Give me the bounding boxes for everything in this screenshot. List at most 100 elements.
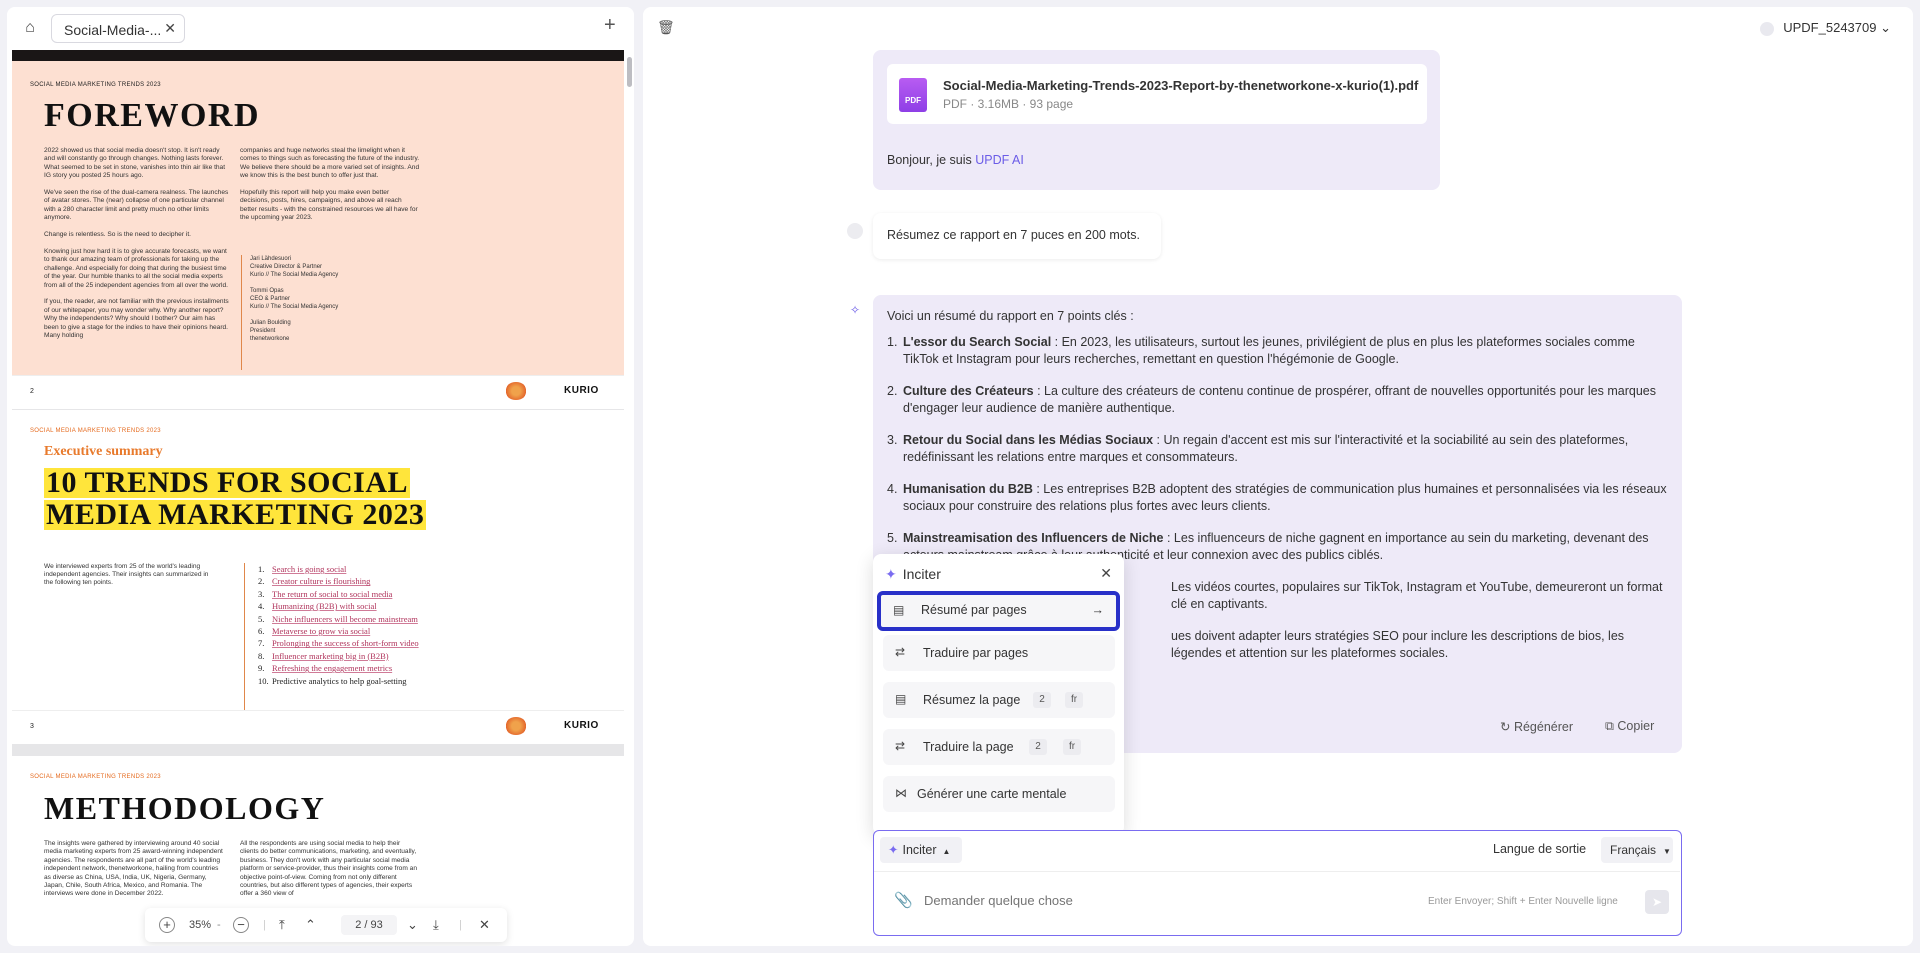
plus-icon[interactable]: + bbox=[604, 15, 616, 35]
trend-item[interactable]: 9. Refreshing the engagement metrics bbox=[258, 662, 419, 674]
user-avatar bbox=[847, 223, 863, 239]
photo-strip bbox=[12, 50, 624, 61]
file-name: Social-Media-Marketing-Trends-2023-Repor… bbox=[943, 78, 1419, 93]
kurio-logo: KURIO bbox=[564, 720, 599, 731]
send-icon[interactable]: ➤ bbox=[1645, 890, 1669, 914]
chevron-down-icon: ⌄ bbox=[1880, 20, 1891, 35]
pdf-file-icon: PDF bbox=[899, 78, 927, 112]
regenerate-button[interactable]: ↻ Régénérer bbox=[1500, 719, 1573, 734]
tab-bar: ⌂ Social-Media-... ✕ + bbox=[7, 7, 634, 49]
prompt-button[interactable]: ✦ Inciter ▲ bbox=[880, 837, 962, 863]
ai-chat-panel: 🗑 UPDF_5243709 ⌄ PDF Social-Media-Market… bbox=[643, 7, 1913, 946]
trend-item[interactable]: 1. Search is going social bbox=[258, 563, 419, 575]
methodology-column-2: All the respondents are using social med… bbox=[240, 840, 418, 898]
close-icon[interactable]: ✕ bbox=[1100, 565, 1112, 582]
section-kicker: Executive summary bbox=[44, 444, 163, 459]
chat-input[interactable] bbox=[924, 893, 1424, 908]
pdf-pages[interactable]: SOCIAL MEDIA MARKETING TRENDS 2023 FOREW… bbox=[12, 50, 624, 946]
avatar bbox=[1759, 21, 1774, 36]
page-footer: 2 KURIO bbox=[12, 375, 624, 409]
greeting: Bonjour, je suis UPDF AI bbox=[887, 153, 1024, 167]
page-footer: 3 KURIO bbox=[12, 710, 624, 744]
next-page-icon[interactable]: ⌄ bbox=[407, 917, 418, 933]
language-tag[interactable]: fr bbox=[1063, 739, 1081, 755]
page-title-line-1: 10 TRENDS FOR SOCIAL bbox=[44, 466, 411, 499]
trash-icon[interactable]: 🗑 bbox=[657, 19, 675, 36]
output-language-label: Langue de sortie bbox=[1493, 842, 1587, 856]
trend-item[interactable]: 2. Creator culture is flourishing bbox=[258, 575, 419, 587]
user-menu[interactable]: UPDF_5243709 ⌄ bbox=[1759, 20, 1891, 36]
foreword-column-2: companies and huge networks steal the li… bbox=[240, 147, 420, 222]
copy-button[interactable]: ⧉ Copier bbox=[1605, 719, 1654, 734]
trend-item[interactable]: 5. Niche influencers will become mainstre… bbox=[258, 613, 419, 625]
document-tab[interactable]: Social-Media-... ✕ bbox=[51, 14, 185, 43]
page-tag[interactable]: 2 bbox=[1029, 739, 1047, 755]
trend-item[interactable]: 7. Prolonging the success of short-form v… bbox=[258, 637, 419, 649]
close-icon[interactable]: ✕ bbox=[479, 917, 490, 933]
pdf-page-executive-summary: SOCIAL MEDIA MARKETING TRENDS 2023 Execu… bbox=[12, 410, 624, 744]
intro-message: PDF Social-Media-Marketing-Trends-2023-R… bbox=[873, 50, 1440, 190]
sparkle-icon: ✦ bbox=[888, 843, 899, 857]
previous-page-icon[interactable]: ⌃ bbox=[305, 917, 316, 933]
ai-avatar-icon: ✧ bbox=[849, 303, 861, 317]
signatures: Jari Lähdesuori Creative Director & Part… bbox=[250, 256, 339, 342]
mindmap-icon: ⋈ bbox=[895, 786, 907, 800]
language-tag[interactable]: fr bbox=[1065, 692, 1083, 708]
attached-file-card[interactable]: PDF Social-Media-Marketing-Trends-2023-R… bbox=[887, 64, 1427, 124]
trend-item[interactable]: 4. Humanizing (B2B) with social bbox=[258, 600, 419, 612]
trend-item[interactable]: 10. Predictive analytics to help goal-set… bbox=[258, 675, 419, 687]
zoom-in-icon[interactable]: + bbox=[159, 917, 175, 934]
menu-item-summarize-page[interactable]: ▤ Résumez la page 2 fr bbox=[883, 682, 1115, 718]
menu-item-generate-mindmap[interactable]: ⋈ Générer une carte mentale bbox=[883, 776, 1115, 812]
menu-item-translate-by-pages[interactable]: ⇄ Traduire par pages bbox=[883, 635, 1115, 671]
page-tag[interactable]: 2 bbox=[1033, 692, 1051, 708]
page-number: 3 bbox=[30, 723, 34, 730]
user-message: Résumez ce rapport en 7 puces en 200 mot… bbox=[873, 213, 1161, 259]
paperclip-icon[interactable]: 📎 bbox=[894, 891, 913, 909]
first-page-icon[interactable]: ⤒ bbox=[279, 917, 285, 933]
tab-label: Social-Media-... bbox=[64, 22, 162, 38]
zoom-toolbar: + 35% - − | ⤒ ⌃ 2 / 93 ⌄ ⤓ | ✕ bbox=[145, 908, 507, 942]
last-page-icon[interactable]: ⤓ bbox=[433, 917, 439, 933]
arrow-right-icon: → bbox=[1091, 603, 1105, 617]
toolbar-separator: | bbox=[263, 919, 266, 931]
menu-item-translate-page[interactable]: ⇄ Traduire la page 2 fr bbox=[883, 729, 1115, 765]
total-pages: 93 bbox=[370, 919, 383, 931]
output-language-select[interactable]: Français ▼ bbox=[1601, 837, 1673, 863]
zoom-out-icon[interactable]: − bbox=[233, 917, 249, 934]
page-title: METHODOLOGY bbox=[44, 790, 326, 826]
foreword-column-1: 2022 showed us that social media doesn't… bbox=[44, 147, 229, 339]
trend-item[interactable]: 8. Influencer marketing big in (B2B) bbox=[258, 650, 419, 662]
user-name: UPDF_5243709 bbox=[1783, 20, 1877, 35]
trend-list: 1. Search is going social 2. Creator cultu… bbox=[258, 563, 419, 687]
menu-item-summarize-by-pages[interactable]: ▤ Résumé par pages → bbox=[877, 591, 1120, 631]
trend-item[interactable]: 3. The return of social to social media bbox=[258, 588, 419, 600]
page-runner: SOCIAL MEDIA MARKETING TRENDS 2023 bbox=[30, 82, 161, 88]
close-icon[interactable]: ✕ bbox=[164, 20, 176, 37]
summary-point: 1. L'essor du Search Social : En 2023, le… bbox=[887, 335, 1635, 366]
document-list-icon: ▤ bbox=[893, 603, 905, 617]
document-list-icon: ▤ bbox=[895, 692, 907, 706]
zoom-dropdown-icon[interactable]: - bbox=[217, 917, 221, 933]
divider-line bbox=[241, 255, 242, 370]
regenerate-icon: ↻ bbox=[1500, 720, 1514, 734]
brand-link[interactable]: UPDF AI bbox=[975, 153, 1024, 167]
scrollbar-thumb[interactable] bbox=[627, 57, 632, 87]
current-page[interactable]: 2 bbox=[355, 919, 361, 931]
keyboard-hint: Enter Envoyer; Shift + Enter Nouvelle li… bbox=[1428, 896, 1618, 907]
caret-up-icon: ▲ bbox=[942, 847, 951, 856]
zoom-level[interactable]: 35% bbox=[189, 917, 211, 933]
translate-icon: ⇄ bbox=[895, 739, 906, 753]
sparkle-icon: ✦ bbox=[885, 566, 897, 582]
prompt-menu-title: ✦ Inciter bbox=[885, 566, 941, 582]
page-number: 2 bbox=[30, 388, 34, 395]
pdf-viewer-panel: ⌂ Social-Media-... ✕ + SOCIAL MEDIA MARK… bbox=[7, 7, 634, 946]
composer-divider bbox=[874, 871, 1680, 872]
page-indicator[interactable]: 2 / 93 bbox=[341, 915, 397, 935]
home-icon[interactable]: ⌂ bbox=[20, 18, 40, 38]
methodology-column-1: The insights were gathered by interviewi… bbox=[44, 840, 223, 898]
thenetworkone-logo bbox=[505, 717, 527, 735]
summary-intro: We interviewed experts from 25 of the wo… bbox=[44, 563, 209, 586]
summary-point: 3. Retour du Social dans les Médias Socia… bbox=[887, 433, 1629, 464]
trend-item[interactable]: 6. Metaverse to grow via social bbox=[258, 625, 419, 637]
